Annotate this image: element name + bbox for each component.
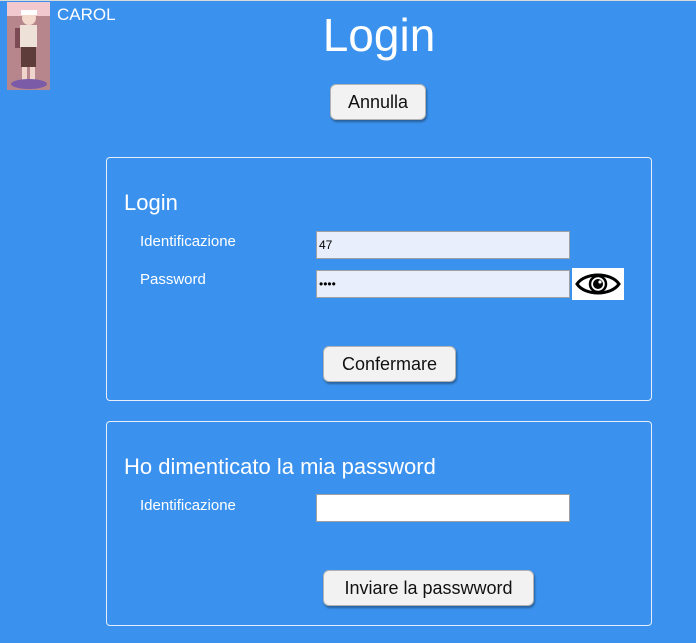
password-input[interactable] xyxy=(316,270,570,298)
eye-icon xyxy=(575,273,621,295)
forgot-password-title: Ho dimenticato la mia password xyxy=(124,454,436,479)
confirm-button[interactable]: Confermare xyxy=(323,346,456,382)
login-panel-title: Login xyxy=(124,190,178,215)
cancel-button[interactable]: Annulla xyxy=(330,84,426,120)
send-password-button[interactable]: Inviare la passwword xyxy=(323,570,534,606)
page-title: Login xyxy=(322,9,436,61)
identification-label: Identificazione xyxy=(140,233,236,250)
login-panel: Login Identificazione Password Confermar… xyxy=(106,157,652,401)
identification-input[interactable] xyxy=(316,231,570,259)
show-password-button[interactable] xyxy=(572,268,624,300)
forgot-identification-input[interactable] xyxy=(316,494,570,522)
forgot-identification-label: Identificazione xyxy=(140,497,236,514)
top-border xyxy=(0,0,696,1)
password-label: Password xyxy=(140,271,206,288)
forgot-password-panel: Ho dimenticato la mia password Identific… xyxy=(106,421,652,626)
